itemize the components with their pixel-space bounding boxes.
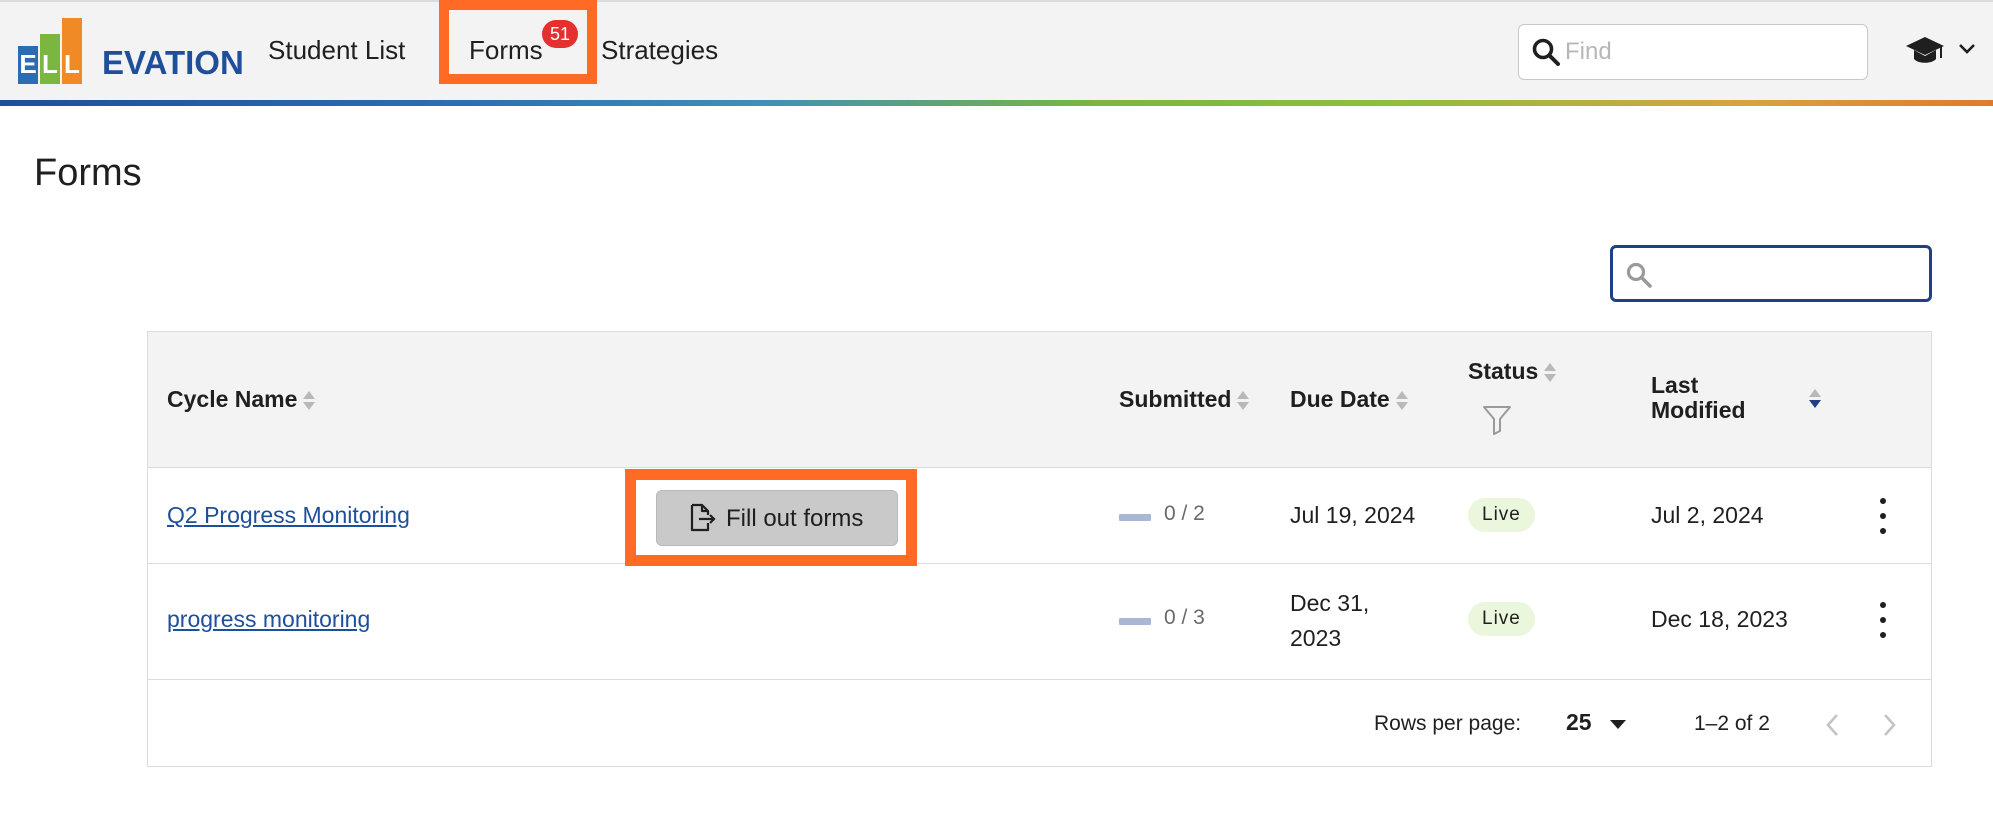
user-menu[interactable]: [1905, 32, 1981, 72]
forms-highlight-box: [439, 0, 597, 84]
sort-desc-icon[interactable]: [1809, 388, 1821, 410]
column-header-submitted[interactable]: Submitted: [1119, 386, 1250, 413]
column-header-label: Cycle Name: [167, 386, 298, 412]
pagination-range: 1–2 of 2: [1694, 712, 1770, 735]
cycle-name-link[interactable]: progress monitoring: [167, 606, 370, 633]
submitted-count: 0 / 2: [1164, 502, 1205, 525]
last-modified-date: Dec 18, 2023: [1651, 606, 1788, 632]
row-actions-menu-icon[interactable]: [1868, 496, 1898, 536]
due-date-line: 2023: [1290, 625, 1342, 651]
chevron-left-icon[interactable]: [1822, 710, 1844, 745]
column-header-label: Due Date: [1290, 386, 1390, 412]
graduation-cap-icon: [1905, 34, 1945, 73]
logo-letter: L: [64, 49, 80, 79]
table-header: Cycle Name Submitted Due Date Status Las…: [148, 332, 1931, 468]
search-icon: [1625, 261, 1653, 294]
sort-icon[interactable]: [1544, 362, 1557, 384]
caret-down-icon[interactable]: [1610, 720, 1626, 729]
due-date: Dec 31, 2023: [1290, 586, 1369, 656]
nav-student-list[interactable]: Student List: [268, 35, 405, 66]
cycle-name-link[interactable]: Q2 Progress Monitoring: [167, 502, 410, 529]
column-header-due-date[interactable]: Due Date: [1290, 386, 1408, 413]
chevron-right-icon[interactable]: [1878, 710, 1900, 745]
due-date-line: Dec 31,: [1290, 590, 1370, 616]
top-nav-bar: E L L EVATION Student List Forms 51 Stra…: [0, 0, 1993, 100]
logo-letter: L: [42, 49, 58, 79]
global-find-field[interactable]: [1518, 24, 1868, 80]
status-badge: Live: [1468, 498, 1535, 532]
filter-icon[interactable]: [1482, 404, 1512, 441]
sort-icon[interactable]: [1237, 390, 1250, 412]
column-header-label: Modified: [1651, 397, 1746, 423]
table-row: progress monitoring 0 / 3 Dec 31, 2023 L…: [148, 564, 1931, 680]
forms-table: Cycle Name Submitted Due Date Status Las…: [147, 331, 1932, 767]
fill-out-forms-button[interactable]: Fill out forms: [656, 490, 898, 546]
logo-wordmark: EVATION: [102, 44, 244, 81]
chevron-down-icon: [1957, 42, 1977, 61]
file-export-icon: [687, 503, 717, 538]
due-date: Jul 19, 2024: [1290, 502, 1416, 528]
last-modified-date: Jul 2, 2024: [1651, 502, 1764, 528]
page-title: Forms: [34, 152, 142, 194]
sort-icon[interactable]: [1395, 390, 1408, 412]
table-search-input[interactable]: [1659, 258, 1921, 290]
row-actions-menu-icon[interactable]: [1868, 600, 1898, 640]
table-search-field[interactable]: [1610, 245, 1932, 302]
submitted-progress-bar: [1119, 618, 1151, 625]
fill-out-forms-highlight-box: Fill out forms: [625, 469, 917, 566]
table-pagination: Rows per page: 25 1–2 of 2: [148, 680, 1931, 768]
table-row: Q2 Progress Monitoring 0 / 2 Jul 19, 202…: [148, 468, 1931, 564]
column-header-status[interactable]: Status: [1468, 358, 1557, 385]
rows-per-page-label: Rows per page:: [1374, 712, 1522, 735]
sort-icon[interactable]: [303, 390, 316, 412]
status-badge: Live: [1468, 602, 1535, 636]
submitted-count: 0 / 3: [1164, 606, 1205, 629]
submitted-progress-bar: [1119, 514, 1151, 521]
column-header-label: Submitted: [1119, 386, 1232, 412]
fill-out-forms-label: Fill out forms: [726, 505, 864, 532]
nav-strategies[interactable]: Strategies: [601, 35, 718, 66]
column-header-label: Last: [1651, 372, 1699, 398]
ellevation-logo[interactable]: E L L EVATION: [18, 18, 244, 84]
find-input[interactable]: [1565, 35, 1855, 69]
rows-per-page-select[interactable]: 25: [1566, 709, 1592, 736]
search-icon: [1531, 37, 1561, 72]
column-header-cycle-name[interactable]: Cycle Name: [167, 386, 316, 413]
column-header-last-modified[interactable]: Last Modified: [1651, 373, 1746, 423]
column-header-label: Status: [1468, 358, 1539, 384]
logo-letter: E: [19, 49, 37, 79]
brand-gradient-divider: [0, 100, 1993, 106]
